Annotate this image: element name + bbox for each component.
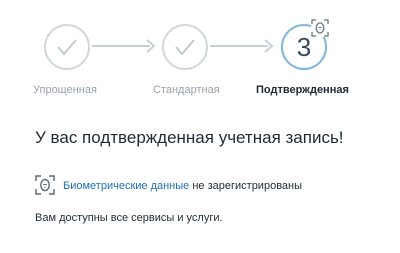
step-1-circle	[44, 24, 90, 70]
arrow-right-icon	[146, 39, 156, 53]
biometric-face-icon	[35, 175, 55, 195]
step-connector-1	[92, 45, 150, 47]
biometrics-status-label: не зарегистрированы	[189, 180, 303, 192]
checkmark-icon	[175, 39, 195, 56]
step-1-label: Упрощенная	[33, 84, 97, 96]
checkmark-icon	[57, 39, 77, 56]
biometrics-status-text: Биометрические данные не зарегистрирован…	[63, 180, 302, 192]
arrow-right-icon	[264, 39, 274, 53]
biometric-face-icon	[311, 19, 329, 37]
step-connector-2	[210, 45, 268, 47]
biometrics-link[interactable]: Биометрические данные	[63, 180, 189, 192]
step-2-circle	[162, 24, 208, 70]
step-3-label: Подтвержденная	[256, 84, 349, 96]
page-title: У вас подтвержденная учетная запись!	[35, 128, 344, 147]
account-status-page: 3 Упрощенная Стандартная Подтвержденная …	[0, 0, 400, 253]
step-2-label: Стандартная	[153, 84, 220, 96]
services-available-text: Вам доступны все сервисы и услуги.	[35, 212, 223, 224]
